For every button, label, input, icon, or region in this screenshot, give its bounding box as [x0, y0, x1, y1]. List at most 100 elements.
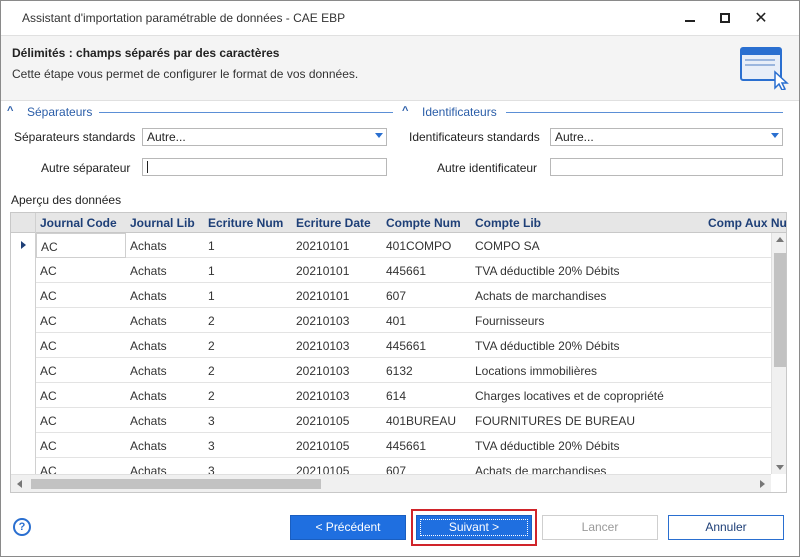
row-indicator[interactable] — [11, 283, 36, 308]
table-cell[interactable]: 20210105 — [292, 433, 382, 458]
table-row[interactable]: AC Achats 2 20210103 445661 TVA déductible 20… — [11, 333, 771, 358]
column-header[interactable]: Journal Code — [36, 213, 126, 233]
previous-button[interactable]: < Précédent — [290, 515, 406, 540]
table-cell[interactable]: 2 — [204, 308, 292, 333]
table-cell[interactable] — [704, 333, 771, 358]
table-cell[interactable] — [704, 308, 771, 333]
table-row[interactable]: AC Achats 2 20210103 6132 Locations immobiliè… — [11, 358, 771, 383]
table-cell[interactable]: TVA déductible 20% Débits — [471, 258, 704, 283]
table-cell[interactable]: 401BUREAU — [382, 408, 471, 433]
table-cell[interactable]: 6132 — [382, 358, 471, 383]
scroll-left-icon[interactable] — [17, 480, 22, 488]
separators-standard-select[interactable]: Autre... — [142, 128, 387, 146]
table-cell[interactable]: 3 — [204, 433, 292, 458]
row-indicator[interactable] — [11, 358, 36, 383]
table-cell[interactable]: Achats de marchandises — [471, 283, 704, 308]
table-cell[interactable]: AC — [36, 433, 126, 458]
table-cell[interactable]: 1 — [204, 258, 292, 283]
table-cell[interactable] — [704, 258, 771, 283]
table-cell[interactable]: 445661 — [382, 333, 471, 358]
horizontal-scrollbar[interactable] — [11, 474, 771, 492]
table-cell[interactable]: AC — [36, 383, 126, 408]
table-cell[interactable]: 614 — [382, 383, 471, 408]
vertical-scroll-thumb[interactable] — [774, 253, 786, 367]
table-cell[interactable]: 20210103 — [292, 358, 382, 383]
table-cell[interactable]: 445661 — [382, 433, 471, 458]
table-cell[interactable]: Achats — [126, 358, 204, 383]
identifiers-other-input[interactable] — [550, 158, 783, 176]
table-cell[interactable]: Achats — [126, 333, 204, 358]
column-header[interactable]: Compte Lib — [471, 213, 704, 233]
table-cell[interactable]: Achats — [126, 408, 204, 433]
table-cell[interactable]: 20210101 — [292, 258, 382, 283]
row-indicator[interactable] — [11, 258, 36, 283]
table-cell[interactable]: TVA déductible 20% Débits — [471, 333, 704, 358]
table-cell[interactable]: TVA déductible 20% Débits — [471, 433, 704, 458]
table-cell[interactable] — [704, 408, 771, 433]
table-cell[interactable]: AC — [36, 233, 126, 258]
row-indicator[interactable] — [11, 308, 36, 333]
table-cell[interactable]: 1 — [204, 233, 292, 258]
table-cell[interactable]: 1 — [204, 283, 292, 308]
table-cell[interactable]: 2 — [204, 358, 292, 383]
table-cell[interactable]: AC — [36, 408, 126, 433]
table-cell[interactable]: 20210101 — [292, 283, 382, 308]
table-row[interactable]: AC Achats 1 20210101 445661 TVA déductible 20… — [11, 258, 771, 283]
table-cell[interactable]: 607 — [382, 283, 471, 308]
cancel-button[interactable]: Annuler — [668, 515, 784, 540]
close-button[interactable]: ✕ — [746, 7, 776, 29]
table-row[interactable]: AC Achats 3 20210105 445661 TVA déductible 20… — [11, 433, 771, 458]
table-row[interactable]: AC Achats 1 20210101 401COMPO COMPO SA — [11, 233, 771, 258]
table-cell[interactable]: AC — [36, 358, 126, 383]
table-cell[interactable]: COMPO SA — [471, 233, 704, 258]
table-cell[interactable]: Achats — [126, 233, 204, 258]
column-header[interactable]: Ecriture Num — [204, 213, 292, 233]
table-cell[interactable]: 401 — [382, 308, 471, 333]
row-indicator[interactable] — [11, 433, 36, 458]
table-cell[interactable]: Locations immobilières — [471, 358, 704, 383]
table-cell[interactable]: FOURNITURES DE BUREAU — [471, 408, 704, 433]
separators-other-input[interactable] — [142, 158, 387, 176]
row-indicator[interactable] — [11, 233, 36, 258]
horizontal-scroll-thumb[interactable] — [31, 479, 321, 489]
table-cell[interactable]: 401COMPO — [382, 233, 471, 258]
scroll-right-icon[interactable] — [760, 480, 765, 488]
table-cell[interactable] — [704, 433, 771, 458]
table-cell[interactable]: 20210105 — [292, 408, 382, 433]
table-cell[interactable]: AC — [36, 258, 126, 283]
table-cell[interactable]: 3 — [204, 408, 292, 433]
data-preview-grid[interactable]: Journal Code Journal Lib Ecriture Num Ec… — [10, 212, 787, 493]
identifiers-standard-select[interactable]: Autre... — [550, 128, 783, 146]
next-button[interactable]: Suivant > — [416, 515, 532, 540]
table-row[interactable]: AC Achats 1 20210101 607 Achats de marchandis… — [11, 283, 771, 308]
table-cell[interactable] — [704, 233, 771, 258]
row-indicator[interactable] — [11, 333, 36, 358]
table-cell[interactable]: 2 — [204, 333, 292, 358]
vertical-scrollbar[interactable] — [771, 233, 786, 474]
column-header[interactable]: Compte Num — [382, 213, 471, 233]
row-indicator[interactable] — [11, 408, 36, 433]
separators-collapse-icon[interactable]: ^ — [7, 105, 13, 117]
table-cell[interactable]: Achats — [126, 433, 204, 458]
table-cell[interactable]: 20210103 — [292, 383, 382, 408]
table-cell[interactable]: Achats — [126, 283, 204, 308]
table-cell[interactable]: 445661 — [382, 258, 471, 283]
table-cell[interactable]: Achats — [126, 308, 204, 333]
column-header[interactable]: Comp Aux Nu — [704, 213, 786, 233]
row-indicator[interactable] — [11, 383, 36, 408]
table-cell[interactable] — [704, 283, 771, 308]
table-cell[interactable]: Fournisseurs — [471, 308, 704, 333]
table-cell[interactable] — [704, 358, 771, 383]
maximize-button[interactable] — [710, 7, 740, 29]
table-cell[interactable]: AC — [36, 308, 126, 333]
table-cell[interactable]: AC — [36, 333, 126, 358]
help-icon[interactable]: ? — [13, 518, 31, 536]
table-cell[interactable] — [704, 383, 771, 408]
table-cell[interactable]: 20210103 — [292, 333, 382, 358]
table-row[interactable]: AC Achats 2 20210103 614 Charges locatives et… — [11, 383, 771, 408]
table-cell[interactable]: 2 — [204, 383, 292, 408]
column-header[interactable]: Journal Lib — [126, 213, 204, 233]
table-cell[interactable]: Achats — [126, 383, 204, 408]
table-cell[interactable]: Charges locatives et de copropriété — [471, 383, 704, 408]
scroll-up-icon[interactable] — [776, 237, 784, 242]
